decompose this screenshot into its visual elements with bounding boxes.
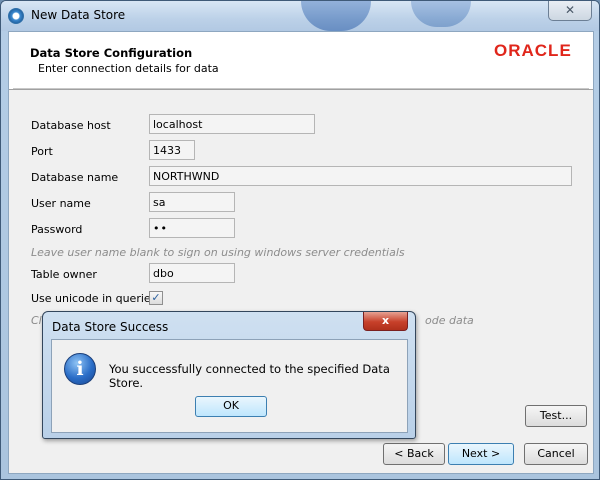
user-name-label: User name bbox=[31, 197, 91, 210]
information-icon: i bbox=[64, 353, 96, 385]
unicode-checkbox[interactable]: ✓ bbox=[149, 291, 163, 305]
table-owner-label: Table owner bbox=[31, 268, 97, 281]
oracle-logo: ORACLE bbox=[494, 41, 572, 60]
cancel-button[interactable]: Cancel bbox=[524, 443, 588, 465]
page-subtitle: Enter connection details for data bbox=[38, 62, 219, 75]
database-name-input[interactable]: NORTHWND bbox=[149, 166, 572, 186]
host-input[interactable]: localhost bbox=[149, 114, 315, 134]
title-bar[interactable]: New Data Store ✕ bbox=[1, 1, 599, 31]
password-label: Password bbox=[31, 223, 83, 236]
unicode-hint-left: Cl bbox=[31, 314, 42, 327]
background-decoration bbox=[411, 1, 471, 27]
back-button[interactable]: < Back bbox=[383, 443, 445, 465]
window-title: New Data Store bbox=[31, 8, 126, 22]
database-name-label: Database name bbox=[31, 171, 119, 184]
port-label: Port bbox=[31, 145, 53, 158]
dialog-title: Data Store Success bbox=[52, 320, 169, 334]
dialog-message: You successfully connected to the specif… bbox=[109, 362, 390, 390]
unicode-hint-right: ode data bbox=[425, 314, 474, 327]
test-button[interactable]: Test... bbox=[525, 405, 587, 427]
background-decoration bbox=[301, 1, 371, 31]
app-icon bbox=[8, 8, 24, 24]
success-dialog: Data Store Success x i You successfully … bbox=[42, 311, 416, 439]
page-title: Data Store Configuration bbox=[30, 46, 193, 60]
window-close-button[interactable]: ✕ bbox=[548, 1, 592, 21]
next-button[interactable]: Next > bbox=[448, 443, 514, 465]
port-input[interactable]: 1433 bbox=[149, 140, 195, 160]
unicode-label: Use unicode in queries bbox=[31, 292, 157, 305]
table-owner-input[interactable]: dbo bbox=[149, 263, 235, 283]
user-name-input[interactable]: sa bbox=[149, 192, 235, 212]
dialog-close-button[interactable]: x bbox=[363, 312, 408, 331]
dialog-body: i You successfully connected to the spec… bbox=[51, 339, 408, 433]
password-input[interactable]: •• bbox=[149, 218, 235, 238]
header-divider bbox=[13, 88, 589, 89]
credentials-hint: Leave user name blank to sign on using w… bbox=[31, 246, 405, 259]
ok-button[interactable]: OK bbox=[195, 396, 267, 417]
wizard-header: Data Store Configuration Enter connectio… bbox=[9, 32, 593, 90]
host-label: Database host bbox=[31, 119, 111, 132]
